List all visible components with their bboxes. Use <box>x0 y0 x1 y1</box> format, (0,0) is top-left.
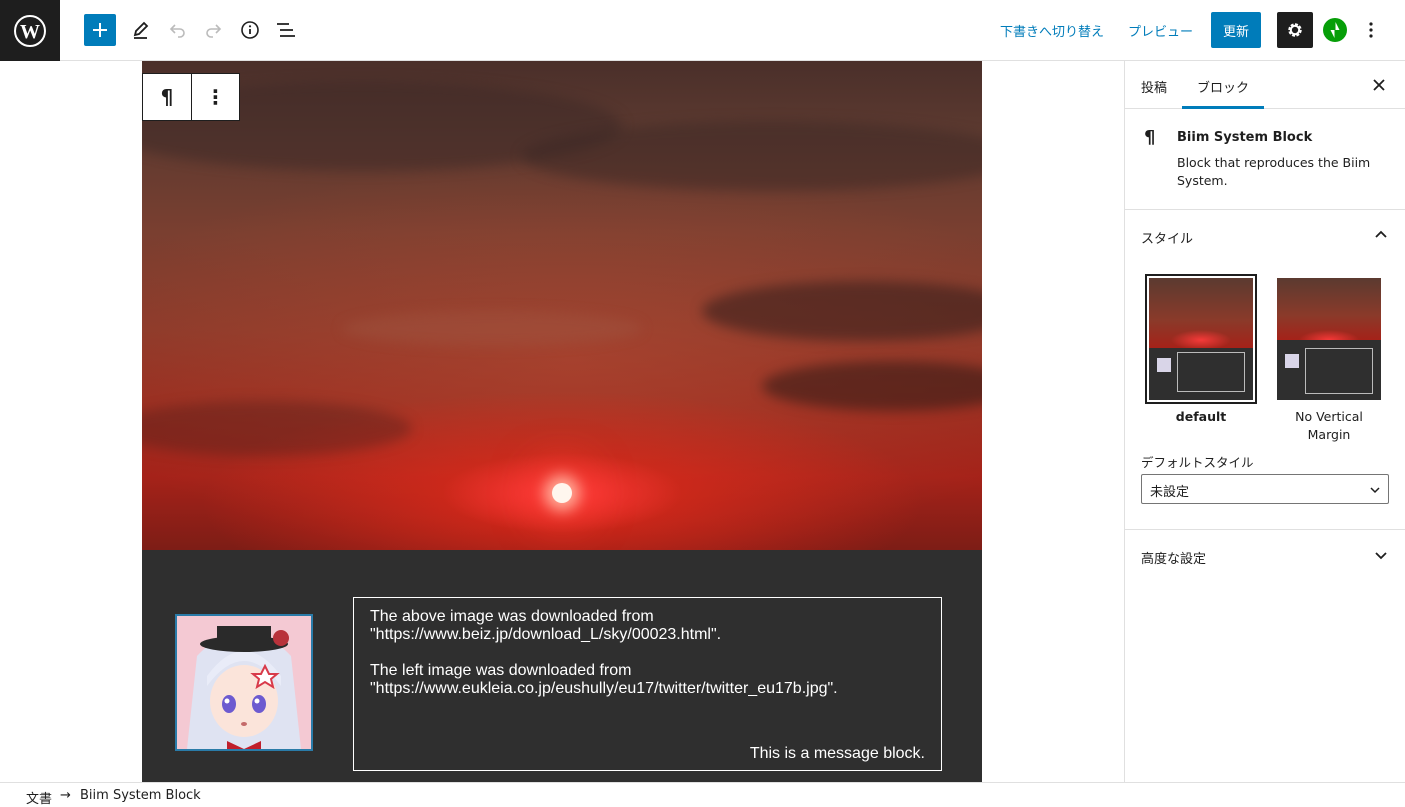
settings-sidebar: 投稿 ブロック ¶ Biim System Block Block that r… <box>1124 61 1405 782</box>
edit-tools-button[interactable] <box>125 14 157 46</box>
message-line: "https://www.beiz.jp/download_L/sky/0002… <box>370 626 722 643</box>
breadcrumb-document[interactable]: 文書 <box>26 788 52 807</box>
update-button[interactable]: 更新 <box>1211 12 1261 48</box>
block-card: ¶ Biim System Block Block that reproduce… <box>1125 109 1405 210</box>
block-title: Biim System Block <box>1177 130 1313 145</box>
block-description: Block that reproduces the Biim System. <box>1177 155 1371 188</box>
styles-panel-title: スタイル <box>1141 232 1194 247</box>
tab-block[interactable]: ブロック <box>1197 77 1249 96</box>
undo-button[interactable] <box>162 14 194 46</box>
settings-button[interactable] <box>1277 12 1313 48</box>
biim-system-block[interactable]: The above image was downloaded from "htt… <box>142 61 982 782</box>
default-style-value: 未設定 <box>1150 485 1190 500</box>
style-option-no-vertical-margin[interactable]: No Vertical Margin <box>1277 278 1381 444</box>
plus-icon <box>93 23 107 37</box>
style-options: default No Vertical Margin <box>1125 260 1405 459</box>
editor-header: W 下書きへ切り替え プレビュー 更新 <box>0 0 1405 61</box>
close-sidebar-button[interactable] <box>1367 73 1391 97</box>
breadcrumb-arrow-icon: → <box>60 788 71 803</box>
pencil-icon <box>133 21 149 39</box>
list-view-button[interactable] <box>270 14 302 46</box>
advanced-panel-title: 高度な設定 <box>1141 552 1207 567</box>
style-preview <box>1145 274 1257 404</box>
message-line: "https://www.eukleia.co.jp/eushully/eu17… <box>370 680 838 697</box>
info-icon <box>241 21 259 39</box>
default-style-label: デフォルトスタイル <box>1141 455 1254 470</box>
editor-canvas: The above image was downloaded from "htt… <box>0 61 1124 782</box>
style-option-default[interactable]: default <box>1145 274 1257 426</box>
block-options-button[interactable]: ⋮ <box>191 74 239 120</box>
redo-button[interactable] <box>197 14 229 46</box>
preview-button[interactable]: プレビュー <box>1128 21 1193 40</box>
undo-icon <box>169 24 185 38</box>
sidebar-tabs: 投稿 ブロック <box>1125 61 1405 109</box>
message-signature: This is a message block. <box>749 745 925 762</box>
chevron-down-icon <box>1370 487 1380 494</box>
styles-panel: スタイル default No Vertical Margin デフォルトスタイ… <box>1125 210 1405 530</box>
redo-icon <box>206 24 222 38</box>
close-icon <box>1373 79 1385 91</box>
tab-post[interactable]: 投稿 <box>1141 77 1167 96</box>
message-line: The left image was downloaded from <box>370 662 632 679</box>
character-avatar-image <box>175 614 313 751</box>
style-label: No Vertical Margin <box>1295 409 1363 442</box>
sky-image <box>142 61 982 550</box>
advanced-panel: 高度な設定 <box>1125 530 1405 580</box>
options-button[interactable] <box>1358 14 1384 46</box>
chevron-down-icon <box>1375 552 1387 560</box>
chevron-up-icon <box>1375 230 1387 238</box>
block-breadcrumb: 文書 → Biim System Block <box>0 782 1405 807</box>
default-style-select[interactable]: 未設定 <box>1141 474 1389 504</box>
gear-icon <box>1288 23 1302 37</box>
styles-panel-header[interactable]: スタイル <box>1125 210 1405 260</box>
details-button[interactable] <box>234 14 266 46</box>
sun <box>552 483 572 503</box>
switch-to-draft-button[interactable]: 下書きへ切り替え <box>1000 21 1104 40</box>
style-label: default <box>1175 409 1227 424</box>
jetpack-icon <box>1330 22 1340 38</box>
block-type-button[interactable]: ¶ <box>143 74 191 120</box>
message-line: The above image was downloaded from <box>370 608 654 625</box>
svg-text:W: W <box>20 21 40 43</box>
message-box: The above image was downloaded from "htt… <box>353 597 942 771</box>
paragraph-icon: ¶ <box>1144 127 1156 148</box>
block-toolbar: ¶ ⋮ <box>142 73 240 121</box>
advanced-panel-header[interactable]: 高度な設定 <box>1125 530 1405 580</box>
jetpack-button[interactable] <box>1323 18 1347 42</box>
wordpress-logo-icon[interactable]: W <box>0 0 60 61</box>
more-vertical-icon <box>1369 22 1373 38</box>
breadcrumb-block[interactable]: Biim System Block <box>80 788 201 803</box>
style-preview <box>1277 278 1381 400</box>
message-area: The above image was downloaded from "htt… <box>142 550 982 782</box>
list-view-icon <box>277 23 295 37</box>
add-block-button[interactable] <box>84 14 116 46</box>
